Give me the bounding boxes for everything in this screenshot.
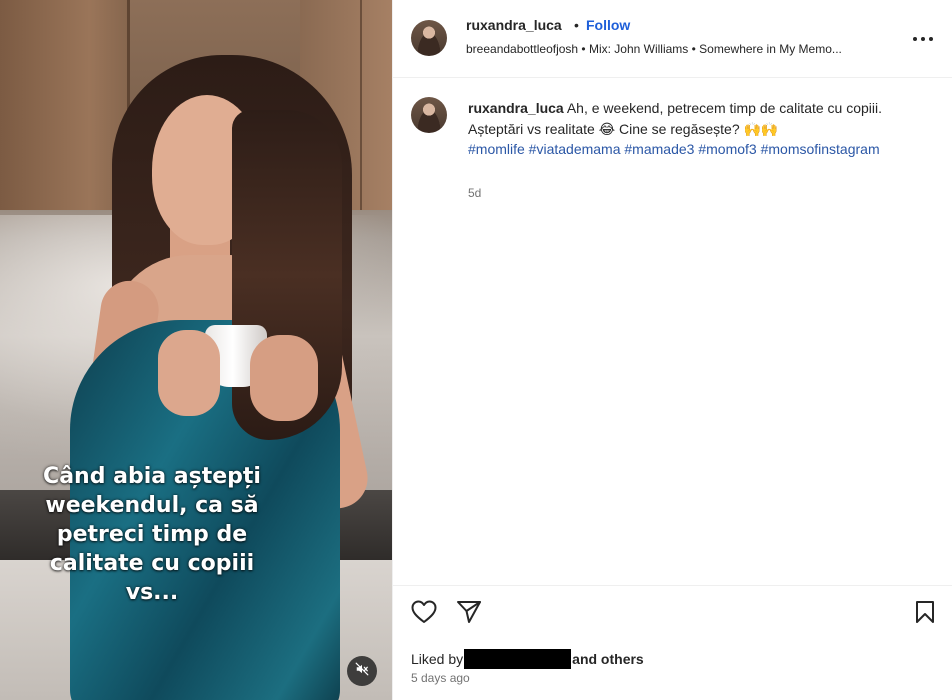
share-button[interactable] bbox=[455, 600, 483, 628]
avatar[interactable] bbox=[411, 97, 447, 133]
speaker-muted-icon bbox=[355, 662, 369, 681]
save-button[interactable] bbox=[911, 600, 939, 628]
post-actions: Liked by and others 5 days ago bbox=[393, 585, 952, 700]
caption-username[interactable]: ruxandra_luca bbox=[468, 100, 564, 116]
avatar[interactable] bbox=[411, 20, 447, 56]
overlay-line: weekendul, ca să bbox=[45, 493, 259, 518]
overlay-line: Când abia aștepți bbox=[43, 464, 261, 489]
redacted-username bbox=[464, 649, 572, 669]
video-scene-cabinet bbox=[0, 0, 128, 210]
caption-text: ruxandra_luca Ah, e weekend, petrecem ti… bbox=[468, 98, 888, 160]
separator-dot: • bbox=[574, 17, 579, 33]
caption-timestamp[interactable]: 5d bbox=[468, 186, 481, 200]
likes-summary: Liked by and others bbox=[411, 649, 644, 669]
post-date[interactable]: 5 days ago bbox=[411, 671, 470, 685]
paper-plane-icon bbox=[456, 600, 482, 629]
audio-attribution-link[interactable]: breeandabottleofjosh • Mix: John William… bbox=[466, 42, 896, 56]
post-header: ruxandra_luca • Follow breeandabottleofj… bbox=[393, 0, 952, 78]
post-video[interactable]: Când abia aștepți weekendul, ca să petre… bbox=[0, 0, 392, 700]
caption-hashtags[interactable]: #momlife #viatademama #mamade3 #momof3 #… bbox=[468, 141, 880, 157]
overlay-line: calitate cu copiii bbox=[49, 551, 255, 576]
overlay-line: vs... bbox=[125, 580, 179, 605]
post-details-panel: ruxandra_luca • Follow breeandabottleofj… bbox=[392, 0, 952, 700]
heart-icon bbox=[411, 600, 437, 629]
mute-button[interactable] bbox=[347, 656, 377, 686]
follow-button[interactable]: Follow bbox=[586, 17, 630, 33]
bookmark-icon bbox=[914, 600, 936, 629]
like-button[interactable] bbox=[410, 600, 438, 628]
video-text-overlay: Când abia aștepți weekendul, ca să petre… bbox=[0, 462, 304, 607]
more-options-button[interactable] bbox=[908, 26, 938, 50]
post-dialog: Când abia aștepți weekendul, ca să petre… bbox=[0, 0, 952, 700]
liked-by-prefix: Liked by bbox=[411, 651, 464, 667]
more-icon bbox=[912, 29, 934, 47]
overlay-line: petreci timp de bbox=[56, 522, 248, 547]
header-username[interactable]: ruxandra_luca bbox=[466, 17, 562, 33]
liked-by-others-link[interactable]: and others bbox=[572, 651, 644, 667]
